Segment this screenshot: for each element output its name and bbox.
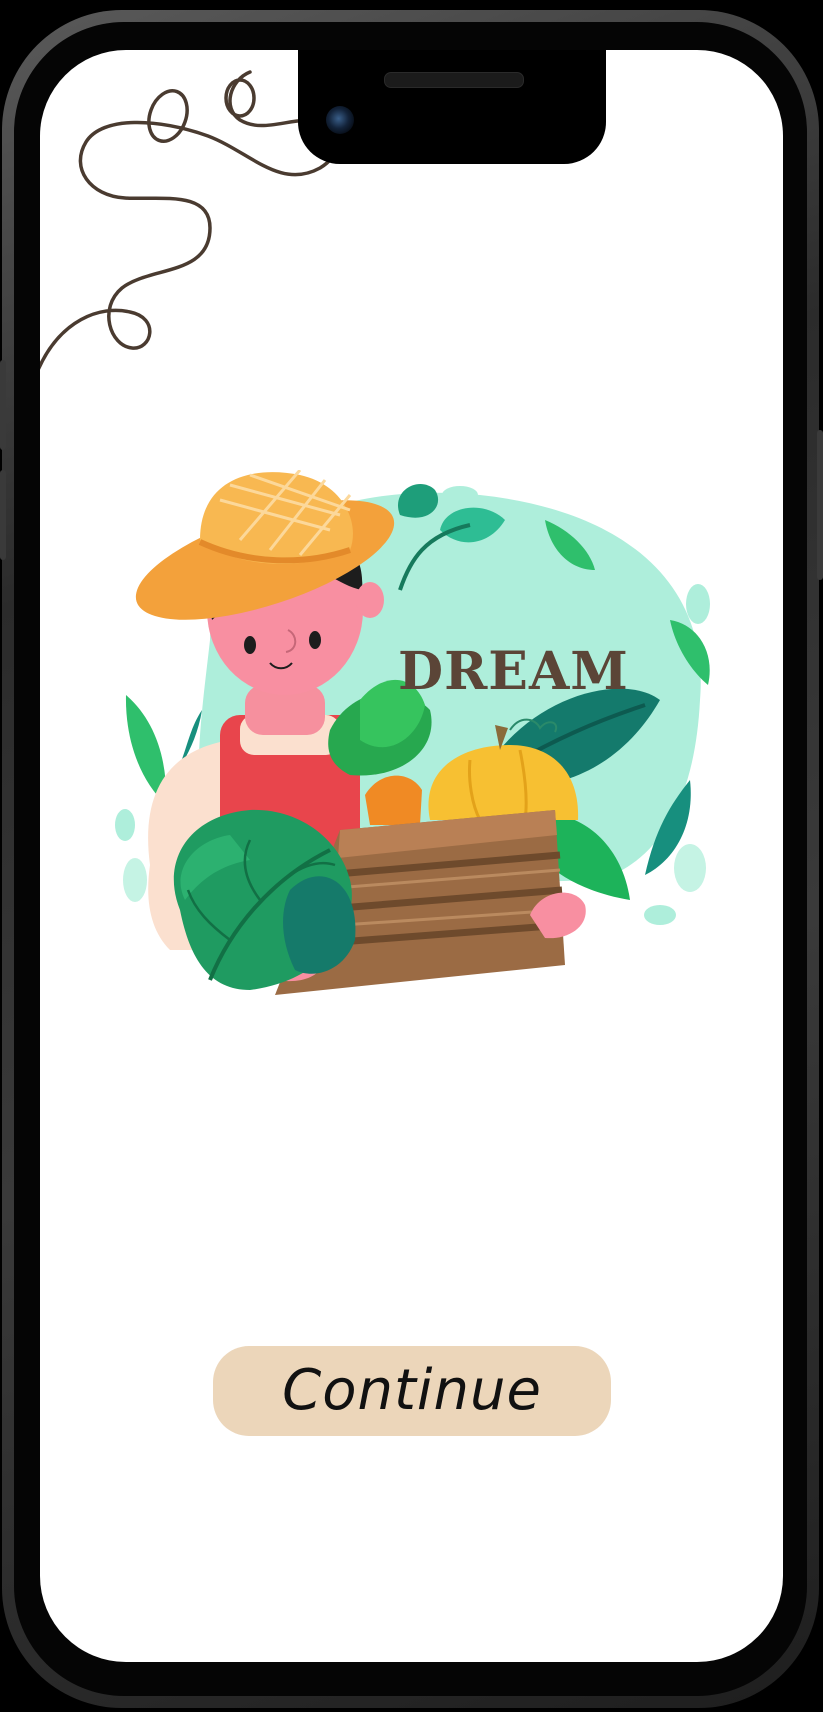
continue-button[interactable]: Continue — [213, 1346, 611, 1436]
continue-button-label: Continue — [282, 1358, 542, 1423]
power-button — [817, 430, 823, 580]
device-canvas: DREAM Continue — [0, 0, 823, 1712]
brand-title: DREAM — [398, 641, 629, 702]
front-camera-icon — [326, 106, 354, 134]
volume-down-button — [0, 470, 6, 560]
farmer-illustration-icon — [115, 470, 710, 995]
earpiece-speaker — [384, 72, 524, 88]
volume-up-button — [0, 360, 6, 450]
